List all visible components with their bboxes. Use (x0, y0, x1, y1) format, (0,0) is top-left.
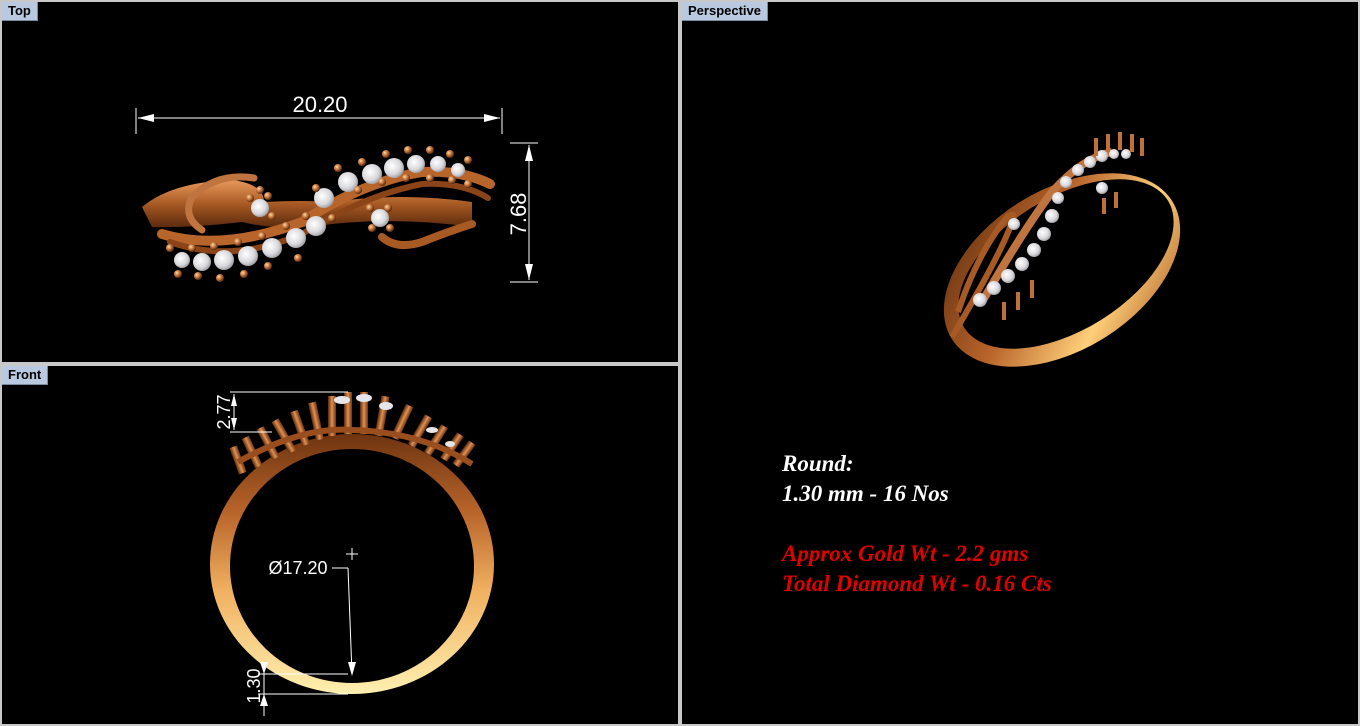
front-diameter-value: Ø17.20 (268, 558, 327, 578)
front-shank-value: 1.30 (244, 668, 264, 703)
gold-weight-text: Approx Gold Wt - 2.2 gms (782, 541, 1029, 566)
perspective-viewport[interactable]: Perspective Round: 1.30 mm - 16 Nos Appr… (680, 0, 1360, 726)
front-head-height-value: 2.77 (214, 394, 234, 429)
specifications-panel: Round: 1.30 mm - 16 Nos Approx Gold Wt -… (782, 449, 1052, 599)
ring-front-render (210, 392, 494, 694)
top-view-drawing: 20.20 7.68 (135, 92, 538, 283)
ring-top-render (142, 146, 495, 282)
ring-perspective-render (943, 132, 1181, 367)
top-width-dimension: 20.20 (135, 92, 503, 134)
diamond-weight-text: Total Diamond Wt - 0.16 Cts (782, 571, 1052, 596)
top-viewport[interactable]: Top 20.20 7.68 (0, 0, 680, 364)
top-height-value: 7.68 (506, 193, 531, 236)
top-width-value: 20.20 (292, 92, 347, 117)
perspective-viewport-label[interactable]: Perspective (682, 2, 768, 21)
stone-shape-label: Round: (782, 451, 854, 476)
top-height-dimension: 7.68 (506, 142, 538, 283)
front-viewport-label[interactable]: Front (2, 366, 49, 385)
stone-detail-text: 1.30 mm - 16 Nos (782, 481, 949, 506)
front-viewport[interactable]: Front 2.77 Ø17.20 1.30 (0, 364, 680, 726)
perspective-view-drawing (943, 132, 1181, 367)
top-viewport-label[interactable]: Top (2, 2, 38, 21)
front-view-drawing: 2.77 Ø17.20 1.30 (210, 391, 494, 716)
